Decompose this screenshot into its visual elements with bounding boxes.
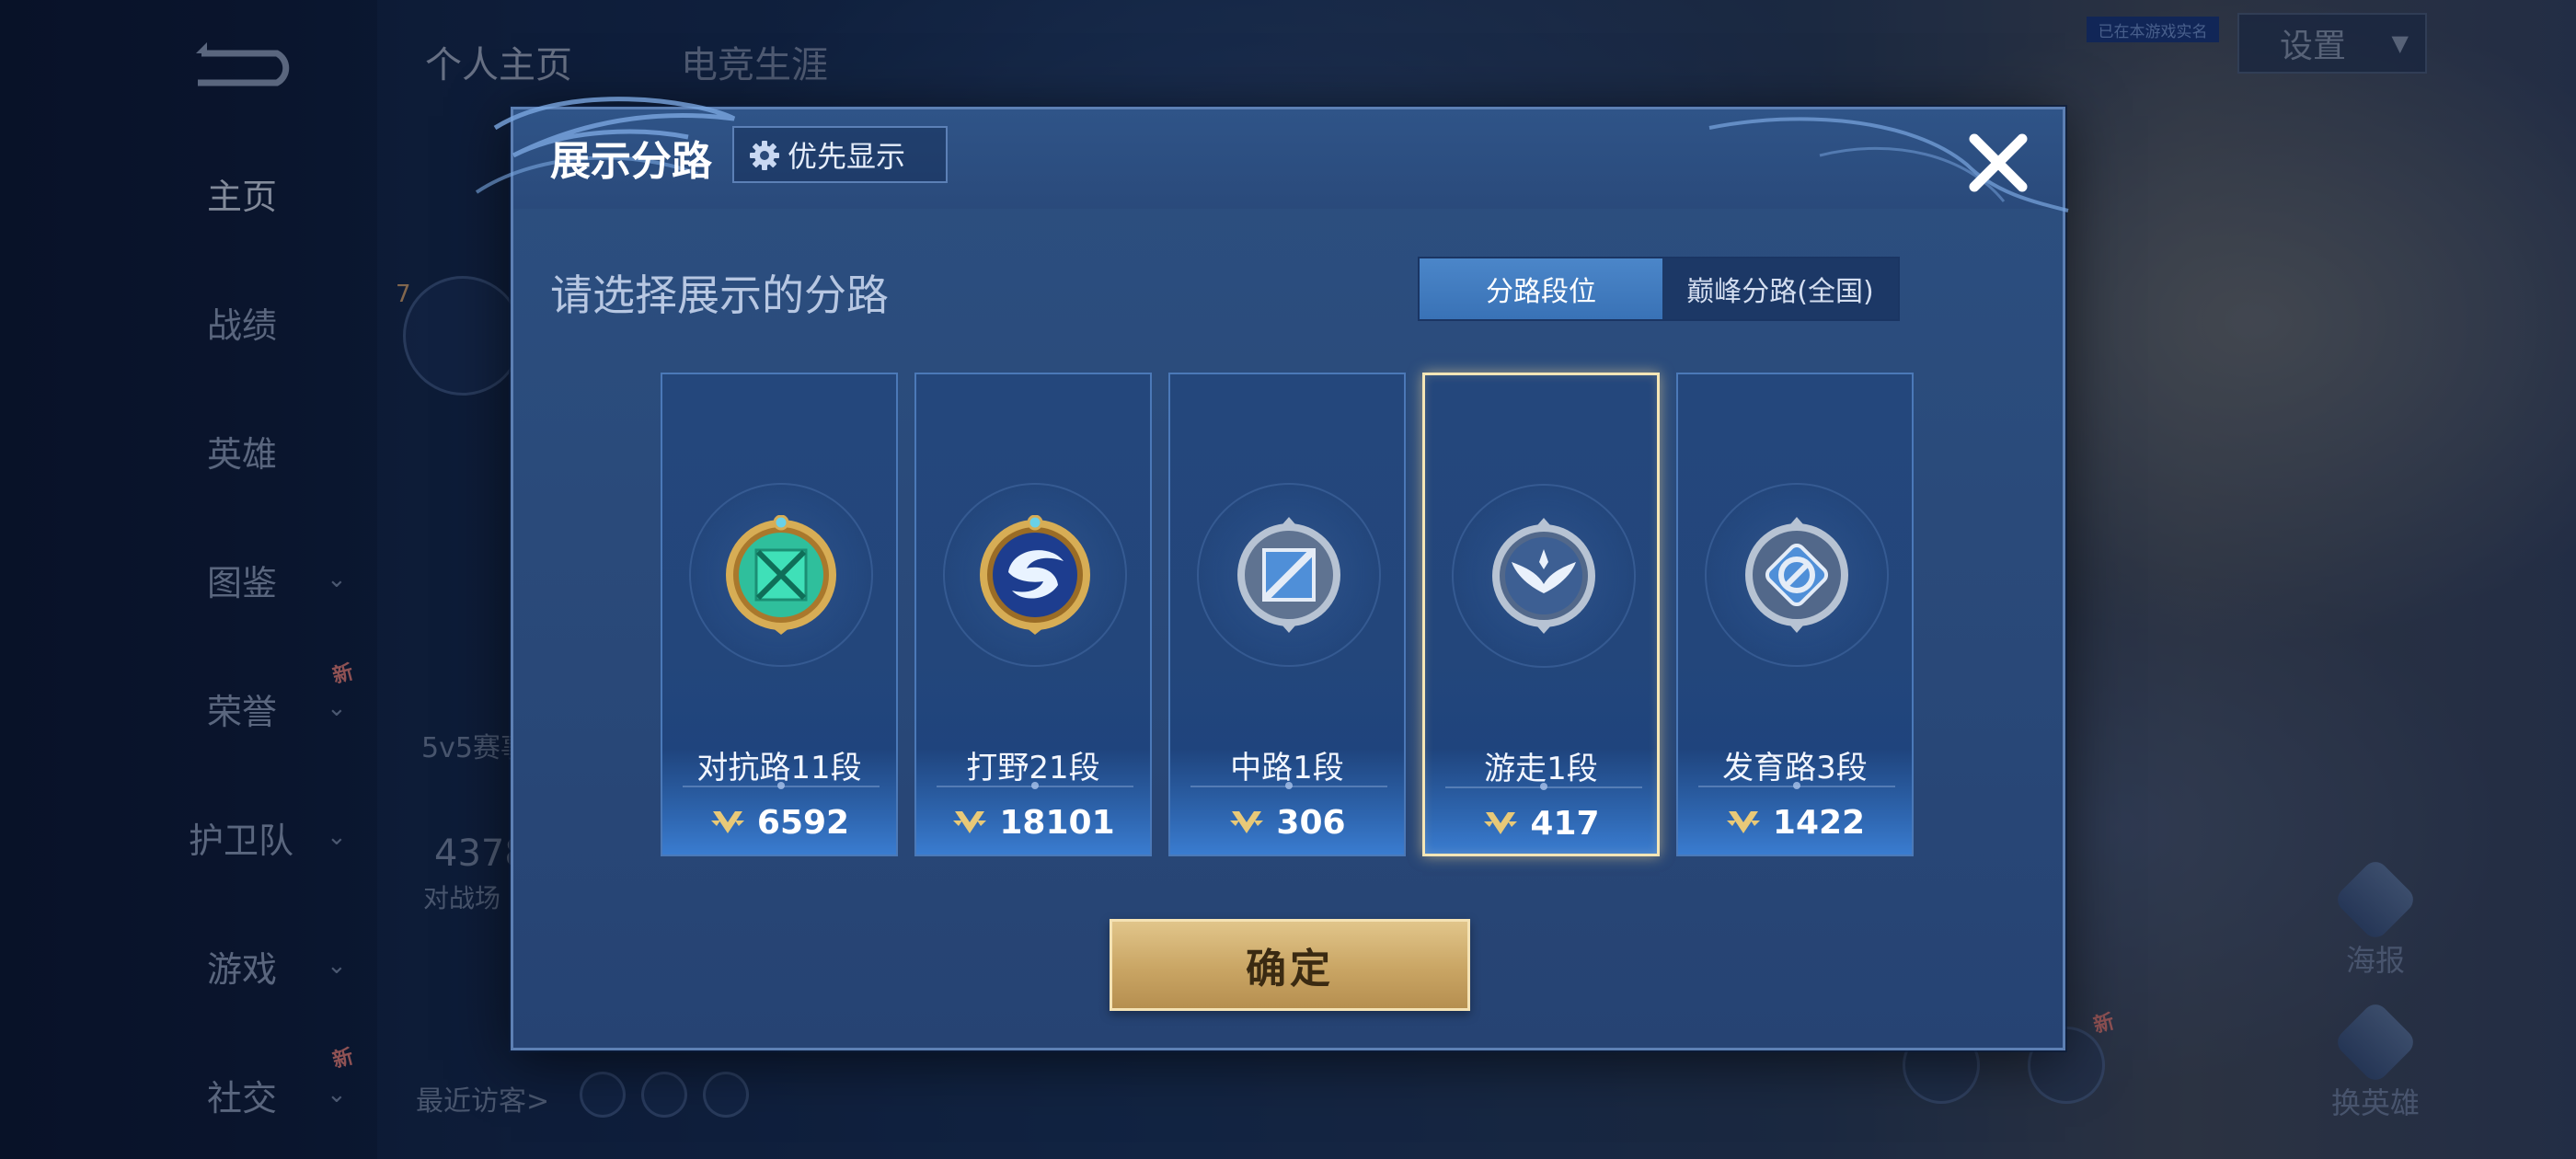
roam-wing-emblem-icon xyxy=(1492,518,1595,634)
lane-rank-text: 中路1段 xyxy=(1230,750,1344,786)
close-icon[interactable] xyxy=(1961,126,2035,200)
lane-select-prompt: 请选择展示的分路 xyxy=(550,270,889,320)
divider xyxy=(683,782,880,789)
lane-tab-switch: 分路段位 巅峰分路(全国) xyxy=(1418,257,1900,321)
lane-card-mid[interactable]: 中路1段 306 xyxy=(1168,373,1406,856)
lane-rank-text: 发育路3段 xyxy=(1722,750,1868,786)
lane-score: 18101 xyxy=(916,799,1150,845)
lane-rank-text: 游走1段 xyxy=(1484,751,1598,787)
lane-score-value: 6592 xyxy=(756,803,850,842)
divider xyxy=(1698,782,1895,789)
divider xyxy=(1190,782,1387,789)
peak-points-icon xyxy=(1230,811,1264,833)
jungle-dragon-emblem-icon xyxy=(980,515,1090,635)
lane-rank-text: 对抗路11段 xyxy=(696,750,862,786)
confirm-button[interactable]: 确定 xyxy=(1110,919,1470,1011)
lane-card-farm[interactable]: 发育路3段 1422 xyxy=(1676,373,1914,856)
gear-icon xyxy=(750,141,779,170)
lane-score: 1422 xyxy=(1678,799,1912,845)
tab-peak-lane-national[interactable]: 巅峰分路(全国) xyxy=(1662,258,1898,319)
divider xyxy=(1445,783,1642,790)
lane-rank-text: 打野21段 xyxy=(966,750,1100,786)
peak-points-icon xyxy=(1726,811,1760,833)
tab-lane-rank[interactable]: 分路段位 xyxy=(1420,258,1662,319)
lane-display-dialog: 展示分路 优先显示 请选择展示的分路 分路段位 巅峰分路(全国) 对抗路11段 … xyxy=(475,97,2069,1050)
lane-card-list: 对抗路11段 6592 打野21段 18101 中路1段 306 游走1段 41… xyxy=(661,373,1921,856)
divider xyxy=(937,782,1133,789)
lane-score: 417 xyxy=(1425,800,1657,846)
lane-score-value: 18101 xyxy=(999,803,1115,842)
lane-card-clash[interactable]: 对抗路11段 6592 xyxy=(661,373,898,856)
lane-card-jungle[interactable]: 打野21段 18101 xyxy=(914,373,1152,856)
peak-points-icon xyxy=(953,811,987,833)
lane-score: 6592 xyxy=(662,799,896,845)
lane-score-value: 306 xyxy=(1276,803,1346,842)
lane-card-roam[interactable]: 游走1段 417 xyxy=(1422,373,1660,856)
farm-lane-emblem-icon xyxy=(1745,517,1848,633)
clash-lane-emblem-icon xyxy=(726,515,836,635)
priority-display-label: 优先显示 xyxy=(788,139,906,174)
lane-score: 306 xyxy=(1170,799,1404,845)
dialog-title: 展示分路 xyxy=(550,138,712,185)
lane-score-value: 1422 xyxy=(1772,803,1866,842)
mid-lane-emblem-icon xyxy=(1237,517,1340,633)
priority-display-button[interactable]: 优先显示 xyxy=(732,126,948,183)
lane-score-value: 417 xyxy=(1530,804,1600,843)
peak-points-icon xyxy=(1484,812,1518,834)
peak-points-icon xyxy=(710,811,744,833)
